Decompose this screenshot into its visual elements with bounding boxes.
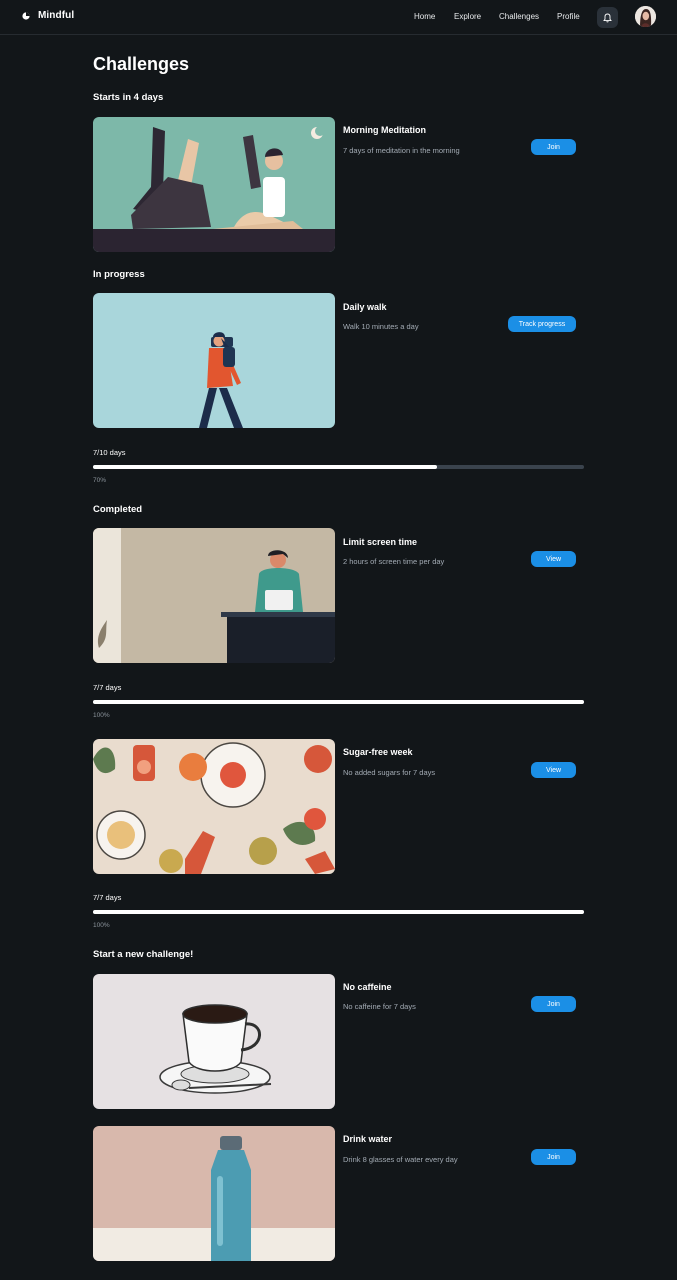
no-caffeine-image[interactable] (93, 974, 335, 1109)
card-title: No caffeine (343, 982, 392, 992)
brand-name: Mindful (38, 10, 75, 21)
card-title: Drink water (343, 1134, 393, 1144)
brand-logo-icon (22, 11, 30, 20)
top-navigation-bar: Mindful Home Explore Challenges Profile (0, 0, 677, 35)
view-button[interactable]: View (531, 551, 576, 567)
sugar-free-week-image[interactable] (93, 739, 335, 874)
section-title-upcoming: Starts in 4 days (93, 92, 164, 103)
progress-label: 7/7 days (93, 683, 122, 692)
card-title: Morning Meditation (343, 125, 426, 135)
track-progress-button[interactable]: Track progress (508, 316, 576, 332)
progress-bar-fill (93, 700, 584, 704)
card-description: No added sugars for 7 days (343, 768, 436, 777)
join-button[interactable]: Join (531, 1149, 576, 1165)
card-title: Limit screen time (343, 537, 418, 547)
card-title: Daily walk (343, 302, 387, 312)
progress-bar (93, 910, 584, 914)
card-description: 7 days of meditation in the morning (343, 146, 460, 155)
card-description: Walk 10 minutes a day (343, 322, 419, 331)
nav-explore[interactable]: Explore (454, 12, 481, 21)
nav-home[interactable]: Home (414, 12, 435, 21)
limit-screen-time-image[interactable] (93, 528, 335, 663)
card-title: Sugar-free week (343, 747, 413, 757)
notifications-button[interactable] (597, 7, 618, 28)
nav-challenges[interactable]: Challenges (499, 12, 539, 21)
card-description: No caffeine for 7 days (343, 1002, 416, 1011)
card-description: 2 hours of screen time per day (343, 557, 445, 566)
daily-walk-image[interactable] (93, 293, 335, 428)
nav-profile[interactable]: Profile (557, 12, 580, 21)
section-title-new: Start a new challenge! (93, 949, 194, 960)
progress-bar (93, 700, 584, 704)
progress-percent: 100% (93, 712, 110, 719)
progress-label: 7/7 days (93, 893, 122, 902)
progress-percent: 70% (93, 477, 107, 484)
section-title-completed: Completed (93, 504, 143, 515)
progress-bar-fill (93, 910, 584, 914)
drink-water-image[interactable] (93, 1126, 335, 1261)
page-title: Challenges (93, 54, 190, 74)
join-button[interactable]: Join (531, 996, 576, 1012)
card-description: Drink 8 glasses of water every day (343, 1155, 458, 1164)
morning-meditation-image[interactable] (93, 117, 335, 252)
join-button[interactable]: Join (531, 139, 576, 155)
progress-bar-fill (93, 465, 437, 469)
bell-icon (603, 13, 612, 22)
user-avatar[interactable] (635, 6, 656, 27)
progress-percent: 100% (93, 922, 110, 929)
brand[interactable]: Mindful (22, 10, 74, 21)
progress-label: 7/10 days (93, 448, 126, 457)
section-title-in-progress: In progress (93, 269, 145, 280)
view-button[interactable]: View (531, 762, 576, 778)
progress-bar (93, 465, 584, 469)
